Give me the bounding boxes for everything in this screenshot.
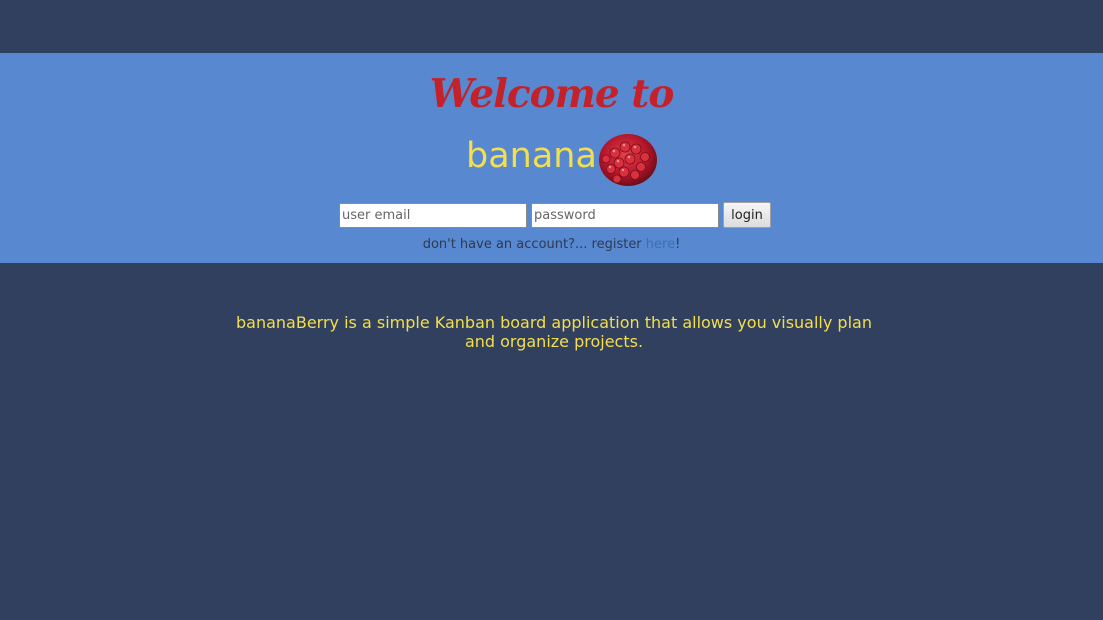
brand-text: banana bbox=[466, 136, 597, 176]
hero-banner: Welcome to banana user email login don't… bbox=[0, 53, 1103, 263]
email-field[interactable] bbox=[339, 202, 527, 228]
raspberry-icon bbox=[598, 134, 657, 186]
register-prefix: don't have an account?... register bbox=[422, 237, 646, 252]
register-prompt: don't have an account?... register here! bbox=[0, 237, 1103, 252]
app-description: bananaBerry is a simple Kanban board app… bbox=[236, 313, 872, 351]
welcome-heading: Welcome to bbox=[429, 71, 675, 117]
login-button[interactable]: login bbox=[723, 202, 771, 228]
login-form: login bbox=[339, 202, 771, 228]
register-suffix: ! bbox=[675, 237, 681, 252]
register-link[interactable]: here bbox=[646, 237, 675, 252]
password-field[interactable] bbox=[531, 202, 719, 228]
brand-logo: banana bbox=[466, 133, 657, 189]
